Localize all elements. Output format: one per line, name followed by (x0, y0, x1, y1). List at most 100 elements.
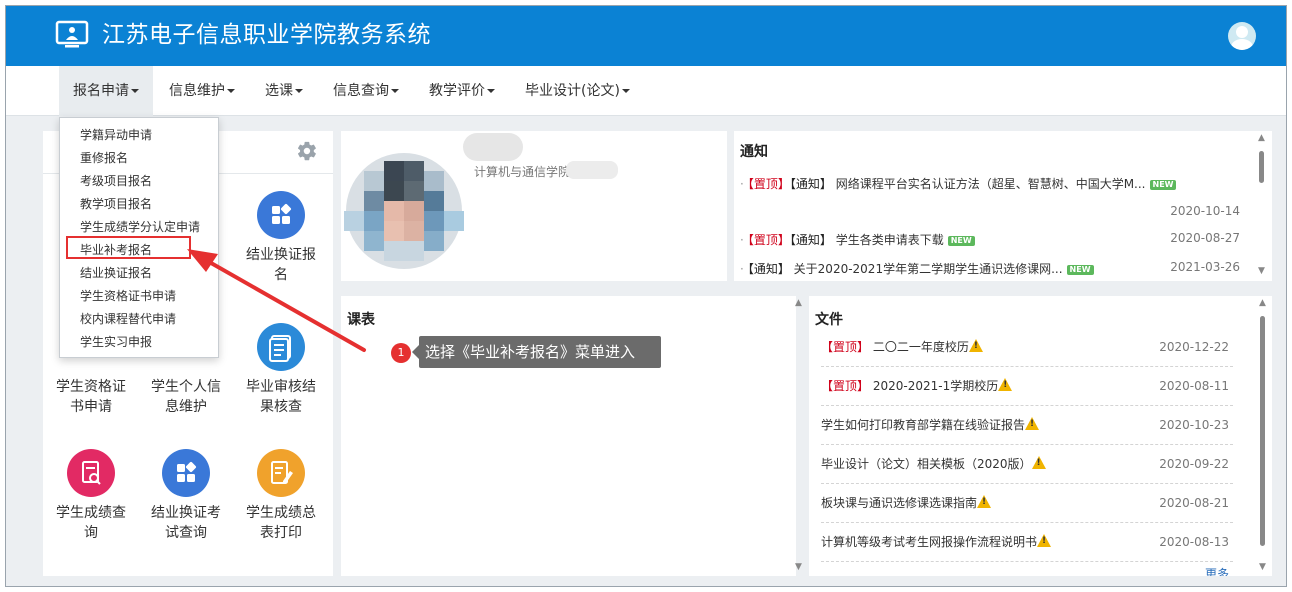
warning-icon (1037, 534, 1052, 547)
notice-date: 2020-10-14 (1170, 204, 1240, 218)
nav-item-info-query[interactable]: 信息查询 (319, 66, 413, 116)
registration-dropdown-menu: 学籍异动申请 重修报名 考级项目报名 教学项目报名 学生成绩学分认定申请 毕业补… (59, 117, 219, 358)
file-date: 2020-09-22 (1159, 457, 1229, 471)
menu-item-cert-exchange[interactable]: 结业换证报名 (80, 264, 152, 281)
menu-item-status-change[interactable]: 学籍异动申请 (80, 126, 152, 143)
tile-label: 表打印 (260, 525, 302, 541)
caret-down-icon (131, 89, 139, 93)
file-item[interactable]: 【置顶】 2020-2021-1学期校历 2020-08-11 (821, 367, 1233, 406)
tile-cert-exam-query[interactable]: 结业换证考 试查询 (138, 449, 234, 543)
tile-label: 学生个人信 (151, 379, 221, 395)
menu-item-qualification-cert[interactable]: 学生资格证书申请 (80, 287, 176, 304)
warning-icon (1031, 456, 1046, 469)
user-avatar[interactable] (1228, 22, 1256, 50)
tile-transcript-print[interactable]: 学生成绩总 表打印 (233, 449, 329, 543)
nav-item-course-selection[interactable]: 选课 (251, 66, 317, 116)
file-item[interactable]: 学生如何打印教育部学籍在线验证报告 2020-10-23 (821, 406, 1233, 445)
file-item[interactable]: 【置顶】 二〇二一年度校历 2020-12-22 (821, 328, 1233, 367)
notice-date: 2020-08-27 (1170, 231, 1240, 245)
tile-label: 学生成绩总 (246, 505, 316, 521)
annotation-tooltip: 选择《毕业补考报名》菜单进入 (412, 336, 661, 368)
monitor-logo-icon (55, 20, 89, 48)
app-header: 江苏电子信息职业学院教务系统 (6, 6, 1286, 66)
new-badge: NEW (1149, 179, 1177, 190)
step-badge: 1 (391, 343, 411, 363)
new-badge: NEW (947, 235, 975, 246)
tile-label: 试查询 (165, 525, 207, 541)
menu-item-retake[interactable]: 重修报名 (80, 149, 128, 166)
document-list-icon (257, 323, 305, 371)
warning-icon (977, 495, 992, 508)
nav-item-graduation-design[interactable]: 毕业设计(论文) (511, 66, 644, 116)
app-window: 江苏电子信息职业学院教务系统 报名申请 信息维护 选课 信息查询 教学评价 毕业… (5, 5, 1287, 587)
grid-icon (257, 191, 305, 239)
tile-label: 结业换证报 (246, 247, 316, 263)
caret-down-icon (295, 89, 303, 93)
notice-panel: 通知 · 【置顶】【通知】 网络课程平台实名认证方法（超星、智慧树、中国大学M..… (734, 131, 1272, 281)
tile-label: 结业换证考 (151, 505, 221, 521)
app-title: 江苏电子信息职业学院教务系统 (102, 22, 431, 48)
file-date: 2020-08-11 (1159, 379, 1229, 393)
redacted-text (566, 161, 618, 179)
notice-item[interactable]: · 【通知】 关于2020-2021学年第二学期学生通识选修课网... NEW 20… (740, 260, 1240, 277)
main-nav: 报名申请 信息维护 选课 信息查询 教学评价 毕业设计(论文) (6, 66, 1286, 116)
edit-document-icon (257, 449, 305, 497)
files-title: 文件 (815, 312, 843, 328)
tile-label: 果核查 (260, 399, 302, 415)
file-item[interactable]: 计算机等级考试考生网报操作流程说明书 2020-08-13 (821, 523, 1233, 562)
notice-scrollbar[interactable]: ▲ ▼ (1256, 131, 1268, 281)
gear-icon[interactable] (296, 140, 318, 162)
warning-icon (998, 378, 1013, 391)
menu-item-internship[interactable]: 学生实习申报 (80, 333, 152, 350)
tile-label: 息维护 (165, 399, 207, 415)
tile-graduation-audit[interactable]: 毕业审核结 果核查 (233, 323, 329, 417)
profile-photo (344, 153, 464, 269)
file-date: 2020-10-23 (1159, 418, 1229, 432)
notice-item[interactable]: · 【置顶】【通知】 网络课程平台实名认证方法（超星、智慧树、中国大学M... NE… (740, 175, 1240, 192)
name-redacted (463, 133, 523, 161)
files-panel: 文件 【置顶】 二〇二一年度校历 2020-12-22 【置顶】 2020-20… (809, 296, 1272, 576)
tile-label: 学生成绩查 (56, 505, 126, 521)
tile-label: 毕业审核结 (246, 379, 316, 395)
department-label: 计算机与通信学院 (474, 165, 571, 179)
files-scrollbar[interactable]: ▲ ▼ (1257, 296, 1269, 576)
file-date: 2020-08-21 (1159, 496, 1229, 510)
more-link[interactable]: 更多 (1205, 565, 1229, 576)
menu-item-teaching-project[interactable]: 教学项目报名 (80, 195, 152, 212)
scroll-down-icon[interactable]: ▼ (795, 562, 802, 572)
file-date: 2020-08-13 (1159, 535, 1229, 549)
schedule-title: 课表 (347, 312, 375, 328)
menu-item-course-substitution[interactable]: 校内课程替代申请 (80, 310, 176, 327)
menu-item-credit-recognition[interactable]: 学生成绩学分认定申请 (80, 218, 200, 235)
scroll-up-icon[interactable]: ▲ (1259, 298, 1266, 308)
caret-down-icon (227, 89, 235, 93)
notice-item[interactable]: · 【置顶】【通知】 学生各类申请表下载 NEW 2020-08-27 (740, 231, 1240, 248)
caret-down-icon (391, 89, 399, 93)
report-search-icon (67, 449, 115, 497)
schedule-scrollbar[interactable]: ▲ ▼ (793, 296, 805, 576)
file-item[interactable]: 板块课与通识选修课选课指南 2020-08-21 (821, 484, 1233, 523)
tile-label: 学生资格证 (56, 379, 126, 395)
tile-label: 书申请 (70, 399, 112, 415)
nav-item-info-maintenance[interactable]: 信息维护 (155, 66, 249, 116)
tile-label: 询 (84, 525, 98, 541)
notice-title: 通知 (740, 144, 768, 160)
caret-down-icon (621, 89, 630, 93)
menu-item-graduation-makeup-exam[interactable]: 毕业补考报名 (80, 241, 152, 258)
file-item[interactable]: 毕业设计（论文）相关模板（2020版） 2020-09-22 (821, 445, 1233, 484)
scroll-down-icon[interactable]: ▼ (1258, 266, 1265, 276)
grid-icon (162, 449, 210, 497)
scroll-up-icon[interactable]: ▲ (795, 298, 802, 308)
tile-graduation-cert-exchange[interactable]: 结业换证报 名 (233, 191, 329, 285)
file-date: 2020-12-22 (1159, 340, 1229, 354)
nav-item-teaching-evaluation[interactable]: 教学评价 (415, 66, 509, 116)
caret-down-icon (487, 89, 495, 93)
menu-item-grade-exam[interactable]: 考级项目报名 (80, 172, 152, 189)
profile-panel: 计算机与通信学院 (341, 131, 727, 281)
nav-item-registration[interactable]: 报名申请 (59, 66, 153, 116)
scroll-up-icon[interactable]: ▲ (1258, 133, 1265, 143)
scroll-down-icon[interactable]: ▼ (1259, 562, 1266, 572)
new-badge: NEW (1066, 264, 1094, 275)
tile-score-query[interactable]: 学生成绩查 询 (43, 449, 139, 543)
warning-icon (1025, 417, 1040, 430)
